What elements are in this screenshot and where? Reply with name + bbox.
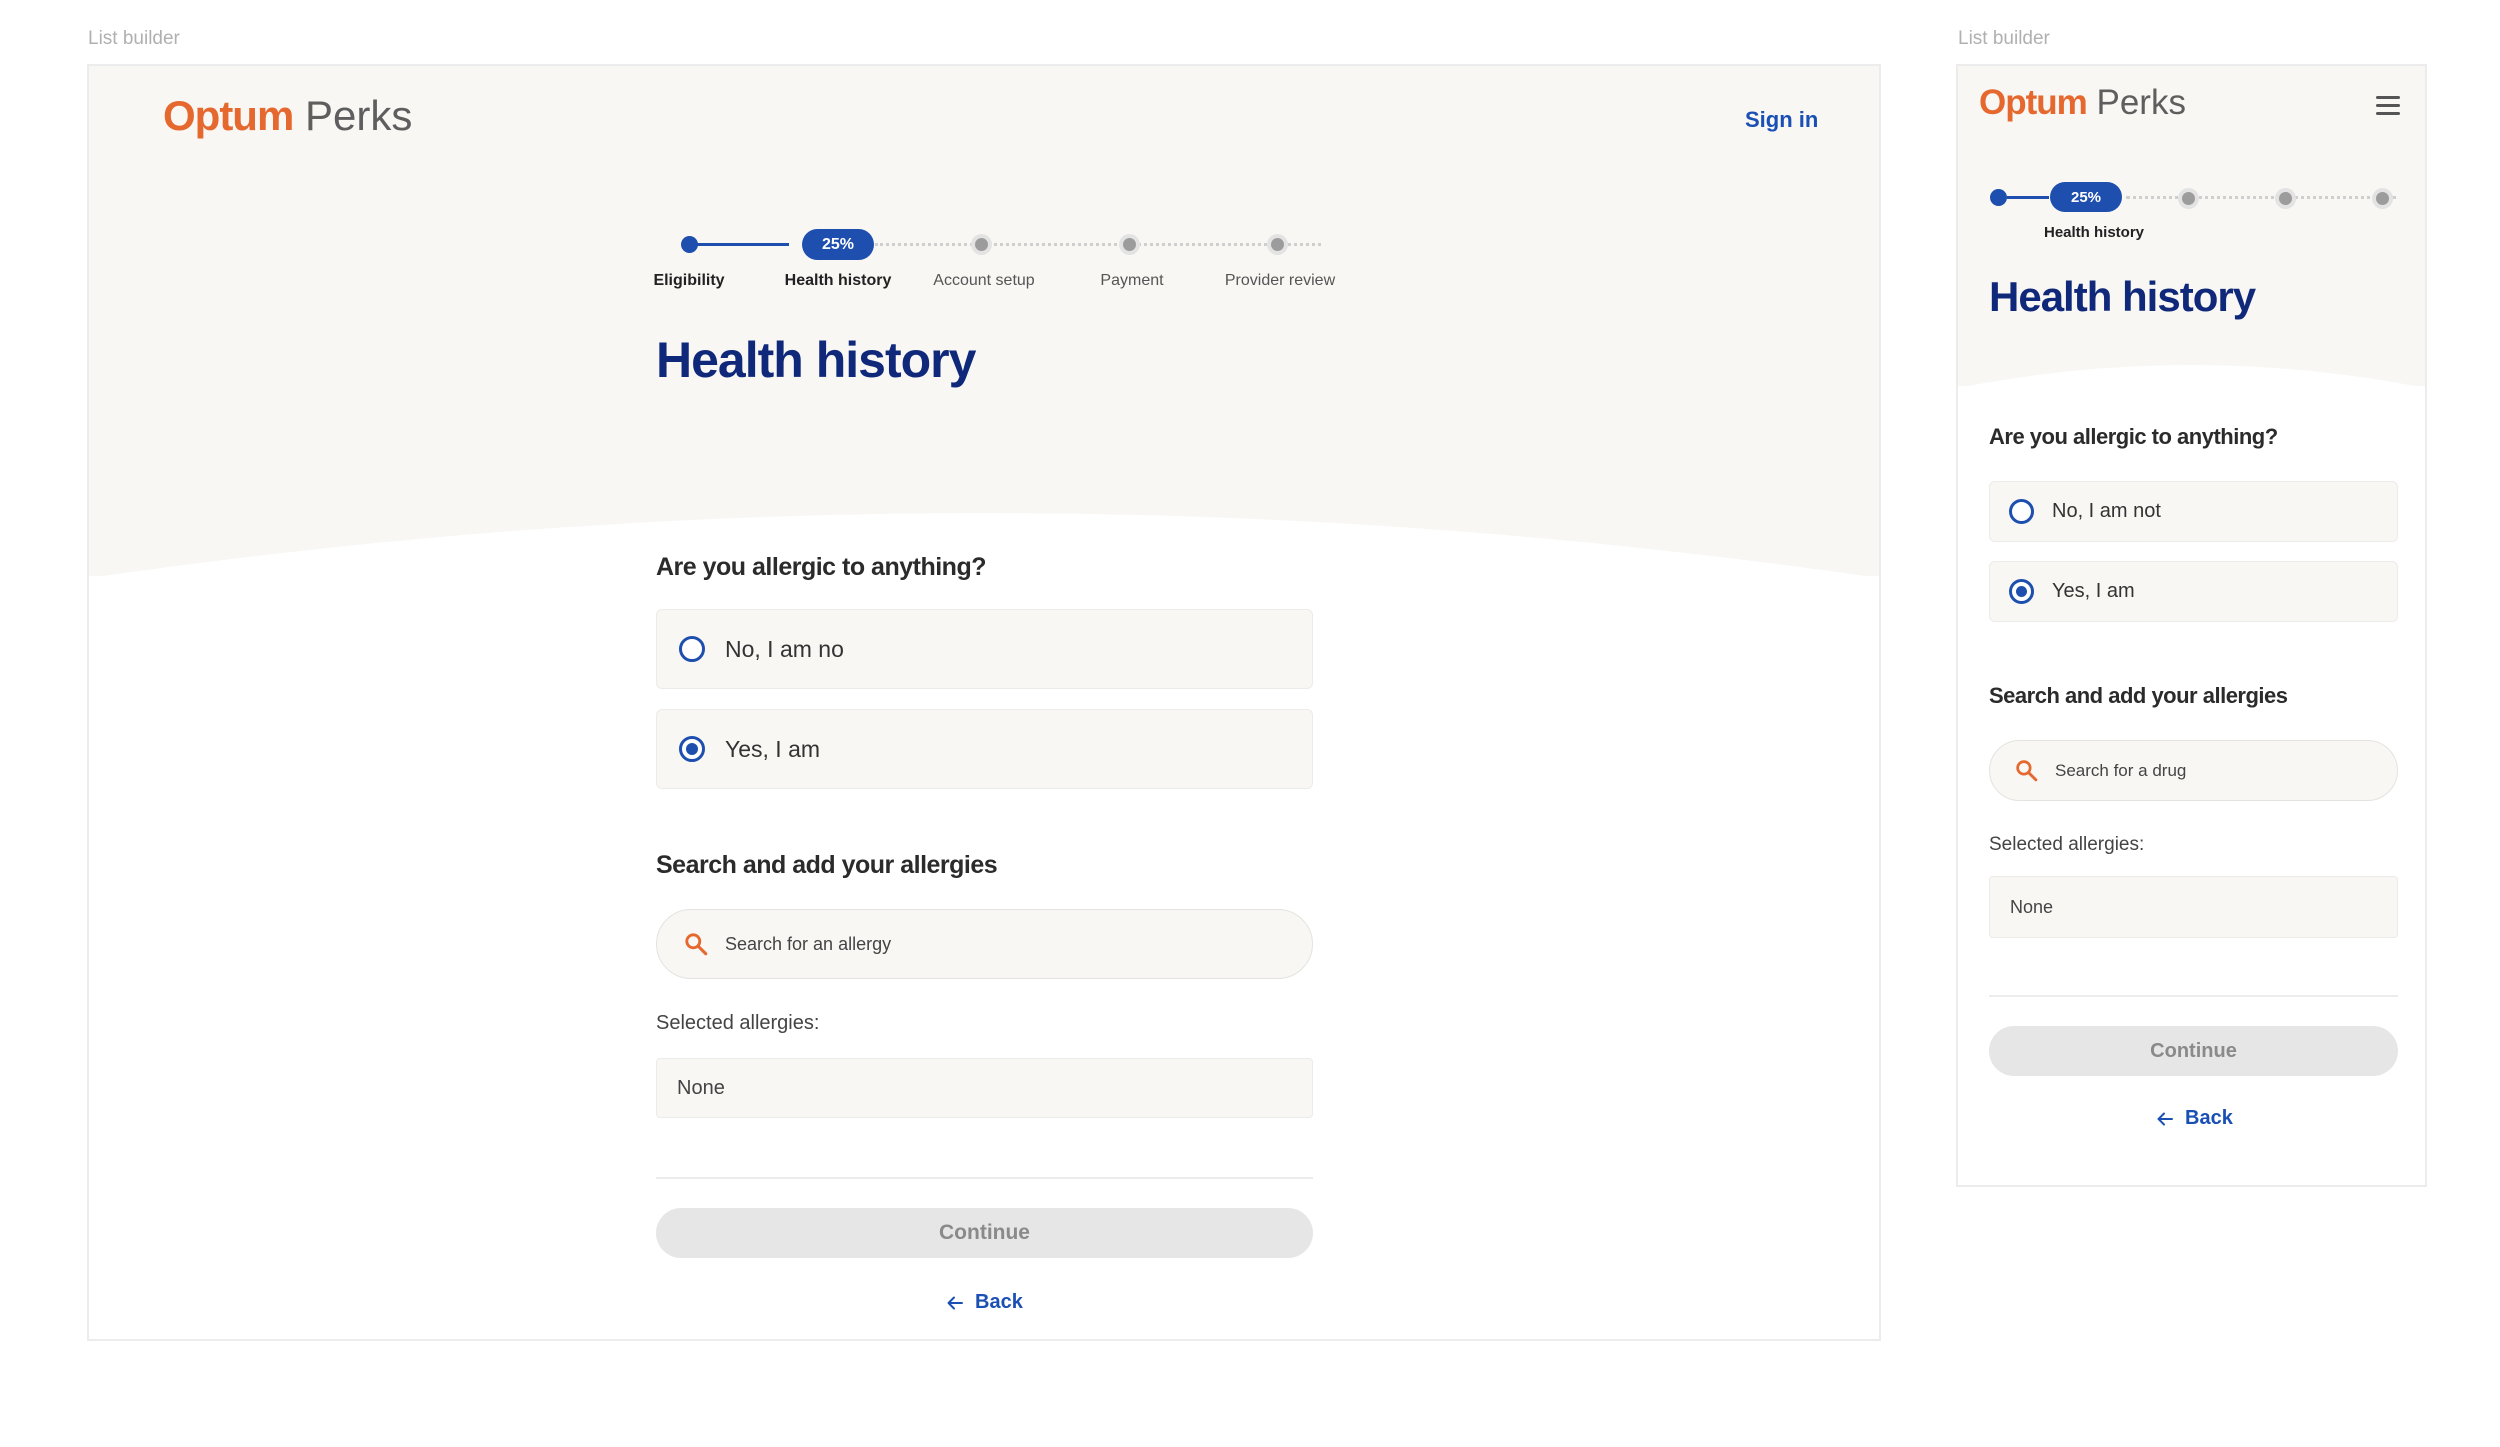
step-label-eligibility: Eligibility xyxy=(653,272,725,289)
mobile-step-dot-eligibility xyxy=(1990,189,2007,206)
mobile-option-yes[interactable]: Yes, I am xyxy=(1989,561,2398,622)
mobile-frame: Optum Perks 25% Health history Health hi… xyxy=(1956,64,2427,1187)
mobile-step-current-label: Health history xyxy=(2043,224,2145,241)
mobile-option-no[interactable]: No, I am not xyxy=(1989,481,2398,542)
option-no[interactable]: No, I am no xyxy=(656,609,1313,689)
mobile-selected-allergies-value: None xyxy=(2010,896,2054,917)
step-dot-eligibility xyxy=(681,236,698,253)
hamburger-menu-icon[interactable] xyxy=(2376,96,2400,120)
mobile-stepper-progress-line xyxy=(2007,196,2049,199)
step-label-health-history: Health history xyxy=(784,272,892,289)
step-dot-provider-review xyxy=(1271,238,1284,251)
frame-label-mobile: List builder xyxy=(1958,28,2050,49)
frame-label-desktop: List builder xyxy=(88,28,180,49)
option-yes-label: Yes, I am xyxy=(725,735,821,762)
sign-in-link[interactable]: Sign in xyxy=(1745,107,1818,133)
footer-divider xyxy=(656,1177,1313,1179)
mobile-arrow-left-icon xyxy=(2157,1112,2173,1125)
mobile-search-heading: Search and add your allergies xyxy=(1989,683,2288,708)
desktop-frame: Optum Perks Sign in 25% Eligibility Heal… xyxy=(87,64,1881,1341)
mobile-drug-search-input[interactable]: Search for a drug xyxy=(1989,740,2398,801)
mobile-step-progress-badge: 25% xyxy=(2050,182,2122,212)
selected-allergies-box: None xyxy=(656,1058,1313,1118)
mobile-stepper-remaining-line xyxy=(2126,196,2396,199)
radio-yes-selected[interactable] xyxy=(679,736,705,762)
brand-optum: Optum xyxy=(163,92,294,139)
mobile-brand-optum: Optum xyxy=(1979,83,2088,122)
search-placeholder: Search for an allergy xyxy=(725,933,892,954)
step-dot-account-setup xyxy=(975,238,988,251)
mobile-hero-arc xyxy=(1958,365,2425,388)
mobile-allergy-question: Are you allergic to anything? xyxy=(1989,424,2278,449)
step-label-provider-review: Provider review xyxy=(1224,272,1336,289)
step-progress-badge: 25% xyxy=(802,229,874,260)
mobile-radio-yes-selected[interactable] xyxy=(2009,579,2034,604)
mobile-brand-logo[interactable]: Optum Perks xyxy=(1979,83,2186,123)
selected-allergies-label: Selected allergies: xyxy=(656,1012,820,1034)
option-no-label: No, I am no xyxy=(725,635,844,662)
back-label: Back xyxy=(975,1291,1023,1313)
mobile-brand-perks: Perks xyxy=(2096,83,2186,122)
mobile-selected-allergies-label: Selected allergies: xyxy=(1989,834,2145,855)
brand-logo[interactable]: Optum Perks xyxy=(163,92,412,140)
step-label-payment: Payment xyxy=(1100,272,1164,289)
continue-button[interactable]: Continue xyxy=(656,1208,1313,1258)
mobile-search-icon xyxy=(2016,760,2038,782)
radio-no[interactable] xyxy=(679,636,705,662)
brand-perks: Perks xyxy=(304,92,413,139)
stepper-remaining-line xyxy=(875,243,1321,246)
mobile-page-title: Health history xyxy=(1989,273,2256,320)
mobile-step-dot-3 xyxy=(2182,192,2195,205)
allergy-question: Are you allergic to anything? xyxy=(656,553,987,581)
mobile-continue-button[interactable]: Continue xyxy=(1989,1026,2398,1076)
search-icon xyxy=(685,933,708,956)
step-dot-payment xyxy=(1123,238,1136,251)
mobile-step-dot-5 xyxy=(2376,192,2389,205)
option-yes[interactable]: Yes, I am xyxy=(656,709,1313,789)
arrow-left-icon xyxy=(947,1296,963,1309)
step-label-account-setup: Account setup xyxy=(933,272,1035,289)
mobile-selected-allergies-box: None xyxy=(1989,876,2398,938)
mobile-search-placeholder: Search for a drug xyxy=(2055,760,2187,780)
stepper-progress-line xyxy=(689,243,789,246)
mobile-option-no-label: No, I am not xyxy=(2052,500,2161,522)
mobile-option-yes-label: Yes, I am xyxy=(2052,580,2135,602)
mobile-back-label: Back xyxy=(2185,1107,2233,1129)
allergy-search-input[interactable]: Search for an allergy xyxy=(656,909,1313,979)
mobile-radio-no[interactable] xyxy=(2009,499,2034,524)
hero-background xyxy=(89,66,1879,576)
page-title: Health history xyxy=(656,332,976,388)
mobile-back-link[interactable]: Back xyxy=(2157,1107,2233,1130)
search-heading: Search and add your allergies xyxy=(656,851,998,879)
back-link[interactable]: Back xyxy=(947,1291,1023,1314)
selected-allergies-value: None xyxy=(677,1076,725,1099)
mobile-footer-divider xyxy=(1989,995,2398,997)
mobile-step-dot-4 xyxy=(2279,192,2292,205)
